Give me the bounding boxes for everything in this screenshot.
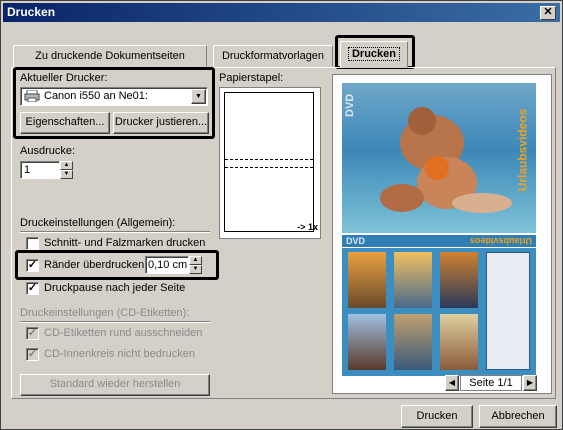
margins-checkbox[interactable]: ✓	[26, 259, 39, 272]
margins-field[interactable]: 0,10 cm	[145, 256, 189, 274]
cover-title: Urlaubsvideos	[515, 108, 530, 192]
copies-value: 1	[24, 164, 31, 176]
prev-page-icon[interactable]: ◀	[445, 375, 459, 391]
cd-heading: Druckeinstellungen (CD-Etiketten):	[20, 307, 190, 319]
strip-title: Urlaubsvideos	[469, 236, 532, 246]
restore-defaults-button[interactable]: Standard wieder herstellen	[20, 374, 210, 396]
print-button[interactable]: Drucken	[401, 405, 473, 428]
divider	[20, 231, 210, 233]
photo-thumb	[394, 314, 432, 370]
paper-stack-box: -> 1x	[219, 87, 321, 239]
photo-thumb	[348, 252, 386, 308]
tab-label: Druckformatvorlagen	[221, 50, 325, 62]
cd-inner-checkbox[interactable]: ✓	[26, 348, 39, 361]
copies-spinner[interactable]: ▲ ▼	[60, 161, 73, 179]
cancel-button[interactable]: Abbrechen	[479, 405, 557, 428]
copies-label: Ausdrucke:	[20, 145, 76, 157]
fold-line	[225, 159, 313, 160]
spin-up-icon[interactable]: ▲	[189, 256, 202, 265]
copies-field[interactable]: 1	[20, 161, 60, 179]
tab-label: Drucken	[347, 47, 401, 61]
general-heading: Druckeinstellungen (Allgemein):	[20, 217, 176, 229]
cut-marks-label: Schnitt- und Falzmarken drucken	[44, 237, 206, 249]
page-label: Seite 1/1	[469, 377, 513, 389]
tab-label: Zu druckende Dokumentseiten	[35, 50, 185, 62]
printer-icon	[24, 89, 40, 103]
strip-side-text: DVD	[346, 236, 366, 246]
pause-checkbox[interactable]: ✓	[26, 282, 39, 295]
paper-sheet	[224, 92, 314, 232]
spin-down-icon[interactable]: ▼	[60, 170, 73, 179]
cover-image: DVD Urlaubsvideos	[342, 83, 536, 233]
photo-thumb	[440, 252, 478, 308]
text-panel	[486, 252, 530, 370]
cut-marks-checkbox[interactable]	[26, 237, 39, 250]
next-page-icon[interactable]: ▶	[523, 375, 537, 391]
photo-thumb	[394, 252, 432, 308]
beach-couple-illustration	[380, 107, 512, 213]
photo-thumb	[348, 314, 386, 370]
margins-label: Ränder überdrucken	[44, 259, 145, 271]
photo-thumb	[440, 314, 478, 370]
tab-print[interactable]: Drucken	[340, 41, 408, 68]
cover-side-text: DVD	[344, 93, 356, 117]
pause-label: Druckpause nach jeder Seite	[44, 282, 186, 294]
window-title: Drucken	[7, 5, 56, 19]
paper-stack-label: Papierstapel:	[219, 72, 284, 84]
spin-up-icon[interactable]: ▲	[60, 161, 73, 170]
printer-select[interactable]: Canon i550 an Ne01: ▼	[20, 87, 208, 106]
divider	[20, 321, 210, 323]
title-bar: Drucken ✕	[3, 3, 560, 22]
preview-pane: DVD Urlaubsvideos Urlaubsvideos DVD ◀ Se…	[332, 74, 552, 394]
stack-arrow: -> 1x	[297, 222, 318, 232]
print-dialog: Drucken ✕ Zu druckende Dokumentseiten Dr…	[0, 0, 563, 430]
tab-print-templates[interactable]: Druckformatvorlagen	[213, 45, 333, 67]
spin-down-icon[interactable]: ▼	[189, 265, 202, 274]
cd-inner-label: CD-Innenkreis nicht bedrucken	[44, 348, 196, 360]
printer-name: Canon i550 an Ne01:	[44, 90, 148, 102]
photo-grid	[342, 248, 536, 376]
cd-cut-label: CD-Etiketten rund ausschneiden	[44, 327, 203, 339]
tab-document-pages[interactable]: Zu druckende Dokumentseiten	[13, 45, 207, 67]
close-icon[interactable]: ✕	[540, 6, 556, 20]
printer-label: Aktueller Drucker:	[20, 72, 108, 84]
margins-spinner[interactable]: ▲ ▼	[189, 256, 202, 274]
page-indicator: Seite 1/1	[460, 375, 522, 391]
margins-value: 0,10 cm	[148, 259, 188, 271]
cd-cut-checkbox[interactable]: ✓	[26, 327, 39, 340]
adjust-printer-button[interactable]: Drucker justieren...	[113, 112, 209, 134]
strip-band: Urlaubsvideos DVD	[342, 235, 536, 247]
fold-line	[225, 167, 313, 168]
properties-button[interactable]: Eigenschaften...	[20, 112, 110, 134]
chevron-down-icon[interactable]: ▼	[191, 89, 206, 104]
